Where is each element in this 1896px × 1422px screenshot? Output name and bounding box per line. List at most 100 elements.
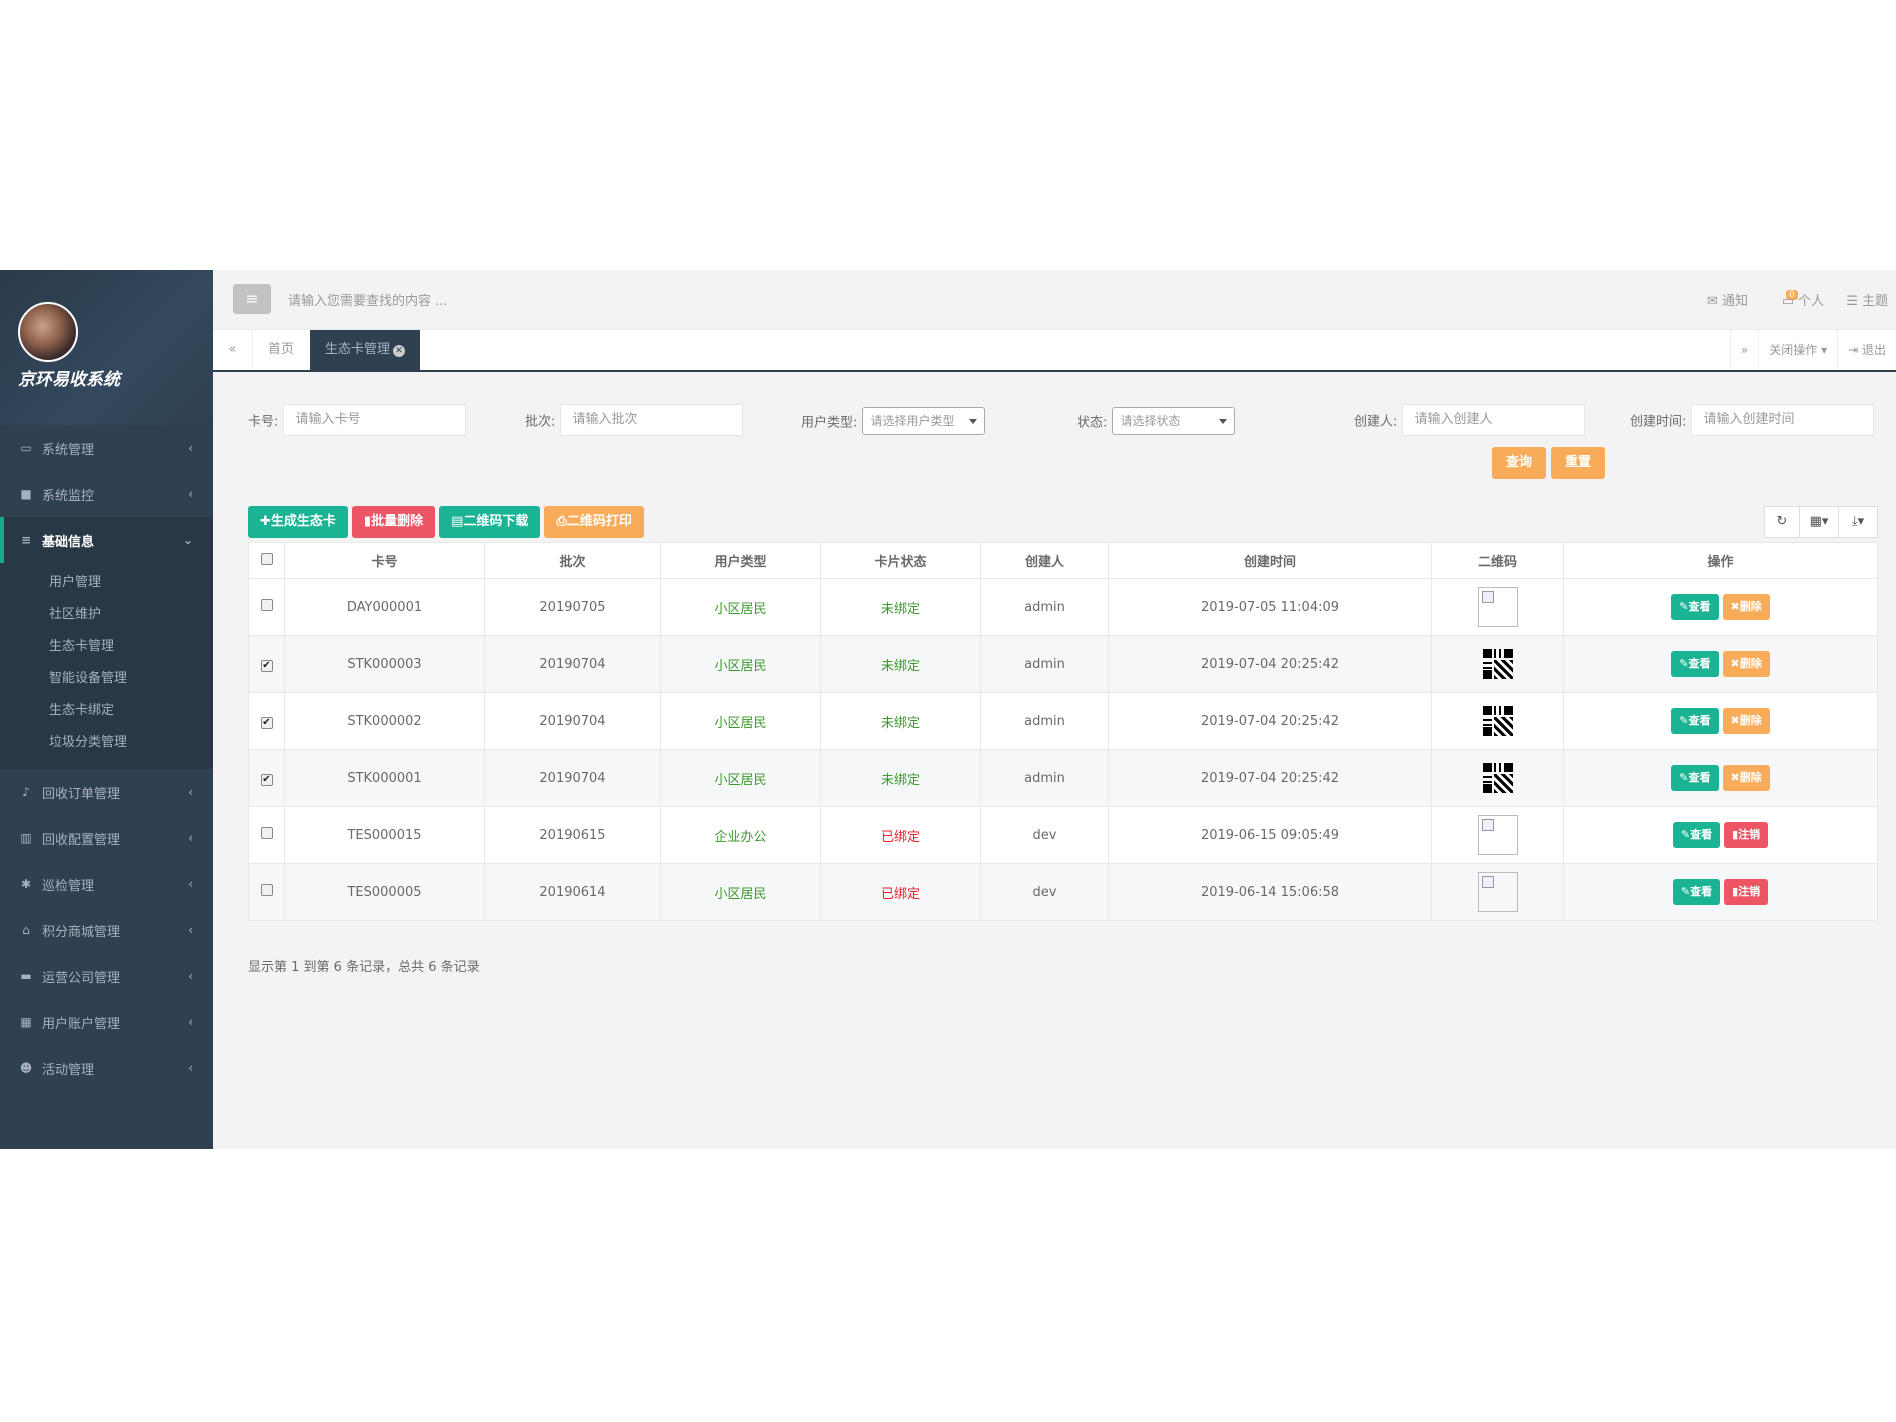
table-row[interactable]: TES000015 20190615 企业办公 已绑定 dev 2019-06-15 09… bbox=[248, 806, 1878, 864]
generate-card-button[interactable]: ✚生成生态卡 bbox=[248, 506, 348, 538]
delete-button[interactable]: ✖删除 bbox=[1722, 594, 1770, 620]
sidebar-item-7[interactable]: ▬ 运营公司管理 ‹ bbox=[0, 953, 213, 999]
broken-image-icon[interactable] bbox=[1477, 815, 1518, 855]
col-create-time[interactable]: 创建时间 bbox=[1108, 542, 1432, 579]
view-button[interactable]: ✎查看 bbox=[1672, 822, 1721, 848]
qr-code-icon[interactable] bbox=[1482, 706, 1513, 736]
col-user-type[interactable]: 用户类型 bbox=[660, 542, 821, 579]
row-checkbox[interactable]: ✔ bbox=[260, 773, 273, 786]
sidebar-subitem[interactable]: 生态卡绑定 bbox=[0, 695, 213, 727]
close-operations-dropdown[interactable]: 关闭操作 ▾ bbox=[1758, 330, 1837, 370]
bug-icon: ✱ bbox=[20, 877, 32, 891]
personal-link[interactable]: ▭ 个人 bbox=[1782, 290, 1824, 309]
view-button[interactable]: ✎查看 bbox=[1672, 879, 1721, 905]
pagination-info: 显示第 1 到第 6 条记录，总共 6 条记录 bbox=[248, 960, 480, 975]
status-select[interactable]: 请选择状态 bbox=[1111, 407, 1235, 435]
profile-area: 京环易收系统 bbox=[0, 270, 213, 425]
actions-cell: ✎查看 ✖删除 bbox=[1563, 749, 1878, 807]
row-checkbox[interactable] bbox=[260, 884, 273, 896]
theme-link[interactable]: ☰ 主题 bbox=[1846, 290, 1888, 309]
table-row[interactable]: DAY000001 20190705 小区居民 未绑定 admin 2019-07-05 … bbox=[248, 578, 1878, 636]
row-checkbox[interactable] bbox=[260, 599, 273, 611]
sidebar-item-3[interactable]: ♪ 回收订单管理 ‹ bbox=[0, 769, 213, 815]
tabs-scroll-right-icon[interactable]: » bbox=[1729, 330, 1758, 370]
view-button[interactable]: ✎查看 bbox=[1671, 708, 1719, 734]
cancel-button[interactable]: ▮注销 bbox=[1724, 879, 1769, 905]
sidebar-item-4[interactable]: ▥ 回收配置管理 ‹ bbox=[0, 815, 213, 861]
col-qr[interactable]: 二维码 bbox=[1431, 542, 1564, 579]
creator-input[interactable]: 请输入创建人 bbox=[1401, 404, 1585, 436]
tabs-scroll-left-icon[interactable]: « bbox=[213, 330, 253, 370]
global-search-input[interactable]: 请输入您需要查找的内容 ... bbox=[288, 290, 688, 309]
creator-cell: dev bbox=[980, 806, 1109, 864]
batch-input[interactable]: 请输入批次 bbox=[559, 404, 743, 436]
delete-button[interactable]: ✖删除 bbox=[1722, 708, 1770, 734]
row-select-cell bbox=[248, 806, 285, 864]
export-icon[interactable]: ⤓▾ bbox=[1838, 506, 1878, 538]
view-button[interactable]: ✎查看 bbox=[1671, 765, 1719, 791]
sidebar-item-0[interactable]: ▭ 系统管理 ‹ bbox=[0, 425, 213, 471]
sidebar-subitem[interactable]: 用户管理 bbox=[0, 567, 213, 599]
sidebar-item-5[interactable]: ✱ 巡检管理 ‹ bbox=[0, 861, 213, 907]
card-no-input[interactable]: 请输入卡号 bbox=[282, 404, 466, 436]
reset-button[interactable]: 重置 bbox=[1551, 447, 1606, 479]
select-all-cell bbox=[248, 542, 285, 579]
sidebar-item-1[interactable]: ■ 系统监控 ‹ bbox=[0, 471, 213, 517]
close-icon[interactable]: ✕ bbox=[393, 345, 406, 357]
notify-link[interactable]: ✉ 通知 0 bbox=[1707, 290, 1798, 309]
user-type-select[interactable]: 请选择用户类型 bbox=[861, 407, 985, 435]
sidebar-subitem[interactable]: 社区维护 bbox=[0, 599, 213, 631]
archive-icon: ▬ bbox=[20, 969, 32, 983]
table-row[interactable]: ✔ STK000002 20190704 小区居民 未绑定 admin 2019-07-04… bbox=[248, 692, 1878, 750]
broken-image-icon[interactable] bbox=[1477, 872, 1518, 912]
avatar[interactable] bbox=[18, 302, 78, 362]
batch-delete-button[interactable]: ▮批量删除 bbox=[351, 506, 436, 538]
create-time-input[interactable]: 请输入创建时间 bbox=[1690, 404, 1874, 436]
tab-home[interactable]: 首页 bbox=[253, 330, 309, 370]
view-label: 查看 bbox=[1688, 600, 1711, 613]
cancel-button[interactable]: ▮注销 bbox=[1724, 822, 1769, 848]
broken-image-icon[interactable] bbox=[1477, 587, 1518, 627]
col-card-no[interactable]: 卡号 bbox=[284, 542, 485, 579]
col-creator[interactable]: 创建人 bbox=[980, 542, 1109, 579]
qr-print-button[interactable]: ⎙二维码打印 bbox=[544, 506, 644, 538]
chevron-left-icon: ‹ bbox=[188, 487, 193, 501]
columns-icon[interactable]: ▦▾ bbox=[1799, 506, 1839, 538]
bell-icon: ♪ bbox=[22, 785, 30, 799]
col-card-status[interactable]: 卡片状态 bbox=[820, 542, 981, 579]
table-row[interactable]: ✔ STK000001 20190704 小区居民 未绑定 admin 2019-07-04… bbox=[248, 749, 1878, 807]
table-row[interactable]: ✔ STK000003 20190704 小区居民 未绑定 admin 2019-07-04… bbox=[248, 635, 1878, 693]
sidebar-item-6[interactable]: ⌂ 积分商城管理 ‹ bbox=[0, 907, 213, 953]
qr-download-button[interactable]: ▤二维码下载 bbox=[439, 506, 541, 538]
sidebar-subitem[interactable]: 垃圾分类管理 bbox=[0, 727, 213, 759]
qr-code-icon[interactable] bbox=[1482, 649, 1513, 679]
row-checkbox[interactable]: ✔ bbox=[260, 659, 273, 672]
trash-icon: ▮ bbox=[363, 514, 372, 529]
view-label: 查看 bbox=[1690, 885, 1713, 898]
view-button[interactable]: ✎查看 bbox=[1671, 594, 1719, 620]
sidebar-item-9[interactable]: ☻ 活动管理 ‹ bbox=[0, 1045, 213, 1091]
tab-eco-card[interactable]: 生态卡管理 ✕ bbox=[310, 330, 421, 370]
sidebar-item-8[interactable]: ▦ 用户账户管理 ‹ bbox=[0, 999, 213, 1045]
refresh-icon[interactable]: ↻ bbox=[1764, 506, 1800, 538]
sidebar-subitem[interactable]: 生态卡管理 bbox=[0, 631, 213, 663]
delete-button[interactable]: ✖删除 bbox=[1722, 765, 1770, 791]
query-button[interactable]: 查询 bbox=[1492, 447, 1547, 479]
row-checkbox[interactable]: ✔ bbox=[260, 716, 273, 729]
sidebar-item-label: 积分商城管理 bbox=[42, 924, 121, 940]
table-row[interactable]: TES000005 20190614 小区居民 已绑定 dev 2019-06-14 15… bbox=[248, 863, 1878, 921]
view-button[interactable]: ✎查看 bbox=[1671, 651, 1719, 677]
card-status-cell: 未绑定 bbox=[820, 578, 981, 636]
row-checkbox[interactable] bbox=[260, 827, 273, 839]
sidebar-item-label: 系统监控 bbox=[42, 488, 95, 504]
delete-button[interactable]: ✖删除 bbox=[1722, 651, 1770, 677]
logout-link[interactable]: ⇥ 退出 bbox=[1837, 330, 1896, 370]
col-batch[interactable]: 批次 bbox=[484, 542, 661, 579]
qr-code-icon[interactable] bbox=[1482, 763, 1513, 793]
card-no-cell: STK000003 bbox=[284, 635, 485, 693]
card-no-cell: STK000001 bbox=[284, 749, 485, 807]
select-all-checkbox[interactable] bbox=[260, 552, 273, 565]
menu-toggle-button[interactable]: ≡ bbox=[233, 284, 271, 314]
sidebar-item-2[interactable]: ≡ 基础信息 ⌄ bbox=[0, 517, 213, 563]
sidebar-subitem[interactable]: 智能设备管理 bbox=[0, 663, 213, 695]
